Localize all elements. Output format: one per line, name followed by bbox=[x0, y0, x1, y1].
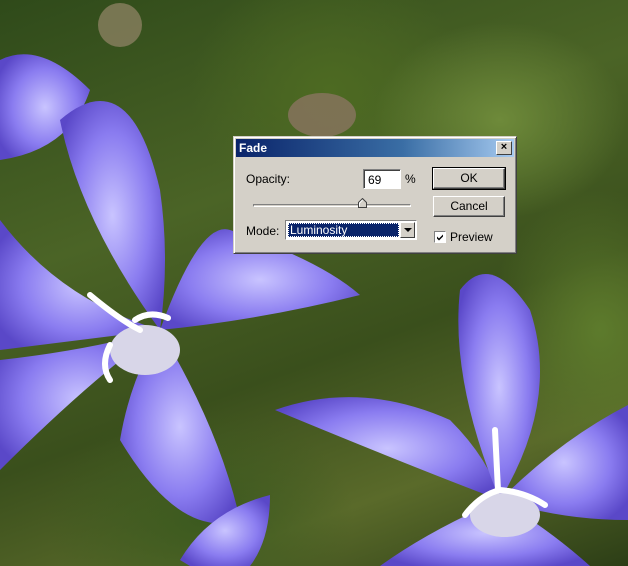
mode-dropdown-button[interactable] bbox=[400, 222, 415, 238]
close-button[interactable]: × bbox=[496, 141, 512, 155]
opacity-slider-track[interactable] bbox=[253, 204, 411, 207]
fade-dialog: Fade × Opacity: 69 % Mode: Luminosity OK… bbox=[233, 136, 517, 254]
cancel-button[interactable]: Cancel bbox=[433, 196, 505, 217]
slider-thumb-icon[interactable] bbox=[357, 198, 367, 208]
mode-select[interactable]: Luminosity bbox=[285, 220, 417, 240]
ok-button[interactable]: OK bbox=[432, 167, 506, 190]
check-icon bbox=[437, 234, 443, 241]
mode-selected-value: Luminosity bbox=[288, 223, 399, 237]
opacity-label: Opacity: bbox=[246, 172, 291, 186]
preview-label: Preview bbox=[450, 230, 493, 244]
chevron-down-icon bbox=[404, 228, 412, 232]
dialog-titlebar[interactable]: Fade × bbox=[236, 139, 514, 157]
percent-label: % bbox=[405, 172, 416, 186]
mode-label: Mode: bbox=[246, 224, 280, 238]
opacity-input[interactable]: 69 bbox=[363, 169, 401, 189]
dialog-title: Fade bbox=[239, 141, 268, 155]
bellflower-photo bbox=[0, 3, 628, 566]
close-icon: × bbox=[500, 141, 508, 153]
background-photo bbox=[0, 0, 628, 566]
preview-checkbox[interactable] bbox=[434, 231, 446, 243]
